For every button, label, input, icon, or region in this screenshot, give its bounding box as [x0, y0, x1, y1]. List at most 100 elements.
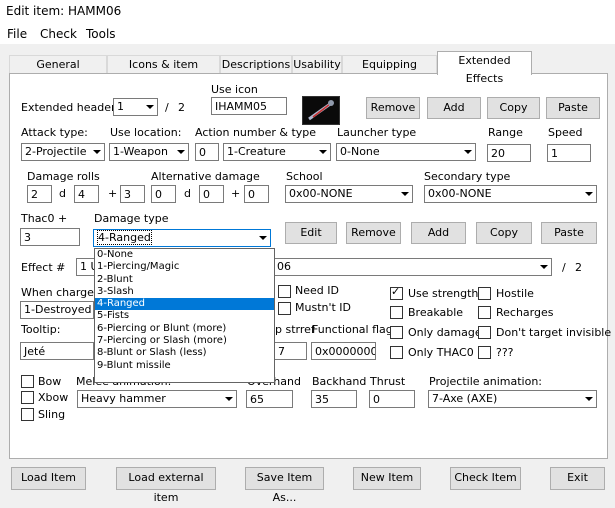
remove-header-button[interactable]: Remove — [366, 97, 420, 119]
range-input[interactable]: 20 — [487, 144, 531, 162]
copy-header-button[interactable]: Copy — [487, 97, 540, 119]
damage-dice-count[interactable]: 2 — [27, 185, 52, 203]
menu-file[interactable]: File — [7, 27, 27, 41]
when-charges-label: When charges — [21, 286, 100, 299]
add-header-button[interactable]: Add — [427, 97, 481, 119]
chevron-down-icon[interactable] — [142, 99, 157, 115]
breakable-label: Breakable — [408, 306, 464, 319]
dropdown-option[interactable]: 0-None — [95, 249, 274, 261]
menu-check[interactable]: Check — [40, 27, 77, 41]
mustnt-id-checkbox[interactable] — [278, 302, 291, 315]
dont-target-invisible-checkbox[interactable] — [478, 326, 491, 339]
backhand-input[interactable]: 35 — [311, 390, 357, 408]
effect-label: Effect # — [21, 261, 66, 274]
use-strength-checkbox[interactable] — [390, 285, 403, 300]
remove-effect-button[interactable]: Remove — [346, 222, 401, 244]
projectile-animation-label: Projectile animation: — [429, 375, 543, 388]
use-location-select[interactable]: 1-Weapon — [109, 143, 189, 161]
tab-extended-effects[interactable]: Extended Effects — [437, 51, 532, 85]
dropdown-option[interactable]: 5-Fists — [95, 310, 274, 322]
strref-input[interactable]: 7 — [274, 342, 307, 360]
edit-effect-button[interactable]: Edit — [285, 222, 337, 244]
plus-label: + — [231, 187, 241, 200]
attack-type-label: Attack type: — [21, 126, 88, 139]
only-damage-checkbox[interactable] — [390, 326, 403, 339]
thac0-label: Thac0 + — [21, 212, 68, 225]
extended-header-label: Extended header: — [21, 101, 120, 114]
use-strength-label: Use strength — [408, 287, 479, 300]
only-thac0-checkbox[interactable] — [390, 346, 403, 359]
when-charges-select[interactable]: 1-Destroyed — [20, 301, 94, 319]
qqq-checkbox[interactable] — [478, 346, 491, 359]
dropdown-option[interactable]: 2-Blunt — [95, 274, 274, 286]
dropdown-option[interactable]: 7-Piercing or Slash (more) — [95, 335, 274, 347]
dropdown-option[interactable]: 8-Blunt or Slash (less) — [95, 347, 274, 359]
sling-checkbox[interactable] — [21, 408, 34, 421]
strref-label: p strref — [275, 323, 315, 336]
tooltip-input[interactable]: Jeté — [20, 342, 94, 360]
dropdown-option-selected[interactable]: 4-Ranged — [95, 298, 274, 311]
copy-effect-button[interactable]: Copy — [476, 222, 532, 244]
tab-usability[interactable]: Usability — [292, 55, 342, 74]
damage-dice-sides[interactable]: 4 — [74, 185, 99, 203]
tab-general-properties[interactable]: General properties — [9, 55, 107, 89]
header-of: / — [165, 101, 169, 114]
exit-button[interactable]: Exit — [550, 467, 605, 490]
damage-type-dropdown: 0-None 1-Piercing/Magic 2-Blunt 3-Slash … — [94, 248, 275, 383]
action-type-select[interactable]: 1-Creature — [223, 143, 331, 161]
alt-bonus[interactable]: 0 — [244, 185, 269, 203]
thac0-input[interactable]: 3 — [20, 228, 80, 246]
breakable-checkbox[interactable] — [390, 306, 403, 319]
action-number-input[interactable]: 0 — [195, 143, 219, 161]
tab-icons-attributes[interactable]: Icons & item attributes — [107, 55, 220, 89]
check-item-button[interactable]: Check Item — [450, 467, 521, 490]
speed-input[interactable]: 1 — [547, 144, 591, 162]
attack-type-select[interactable]: 2-Projectile — [21, 143, 105, 161]
tab-equipping-effects[interactable]: Equipping Effects — [342, 55, 437, 89]
paste-effect-button[interactable]: Paste — [541, 222, 597, 244]
school-select[interactable]: 0x00-NONE — [285, 185, 413, 203]
bow-checkbox[interactable] — [21, 375, 34, 388]
header-total: 2 — [178, 101, 185, 114]
plus-label: + — [108, 187, 118, 200]
damage-type-select[interactable]: 4-Ranged — [93, 229, 271, 247]
range-label: Range — [488, 126, 523, 139]
use-icon-input[interactable]: IHAMM05 — [211, 97, 287, 115]
only-thac0-label: Only THAC0 — [408, 346, 474, 359]
recharges-checkbox[interactable] — [478, 306, 491, 319]
alt-dice-count[interactable]: 0 — [151, 185, 176, 203]
menu-tools[interactable]: Tools — [86, 27, 116, 41]
save-item-as-button[interactable]: Save Item As... — [245, 467, 324, 504]
load-item-button[interactable]: Load Item — [11, 467, 86, 490]
thrust-input[interactable]: 0 — [369, 390, 415, 408]
xbow-checkbox[interactable] — [21, 391, 34, 404]
chevron-down-icon — [173, 144, 188, 160]
load-external-item-button[interactable]: Load external item — [116, 467, 216, 504]
d-label: d — [184, 187, 191, 200]
tab-descriptions[interactable]: Descriptions — [220, 55, 292, 74]
dropdown-option[interactable]: 1-Piercing/Magic — [95, 261, 274, 273]
projectile-animation-select[interactable]: 7-Axe (AXE) — [428, 390, 597, 408]
secondary-type-select[interactable]: 0x00-NONE — [424, 185, 597, 203]
dropdown-option[interactable]: 6-Piercing or Blunt (more) — [95, 323, 274, 335]
add-effect-button[interactable]: Add — [411, 222, 466, 244]
dropdown-option[interactable]: 9-Blunt missile — [95, 360, 274, 372]
launcher-type-select[interactable]: 0-None — [336, 143, 476, 161]
functional-flags-input[interactable]: 0x00000001 — [311, 342, 376, 360]
d-label: d — [59, 187, 66, 200]
alt-dice-sides[interactable]: 0 — [199, 185, 224, 203]
recharges-label: Recharges — [496, 306, 554, 319]
hostile-checkbox[interactable] — [478, 287, 491, 300]
dropdown-option[interactable]: 3-Slash — [95, 286, 274, 298]
melee-animation-select[interactable]: Heavy hammer — [77, 390, 237, 408]
paste-header-button[interactable]: Paste — [546, 97, 600, 119]
action-number-label: Action number & type — [195, 126, 317, 139]
overhand-input[interactable]: 65 — [246, 390, 293, 408]
window-title: Edit item: HAMM06 — [6, 4, 122, 18]
new-item-button[interactable]: New Item — [353, 467, 421, 490]
damage-bonus[interactable]: 3 — [120, 185, 145, 203]
use-icon-label: Use icon — [211, 83, 258, 96]
need-id-checkbox[interactable] — [278, 285, 291, 298]
damage-rolls-label: Damage rolls — [27, 170, 100, 183]
speed-label: Speed — [548, 126, 583, 139]
